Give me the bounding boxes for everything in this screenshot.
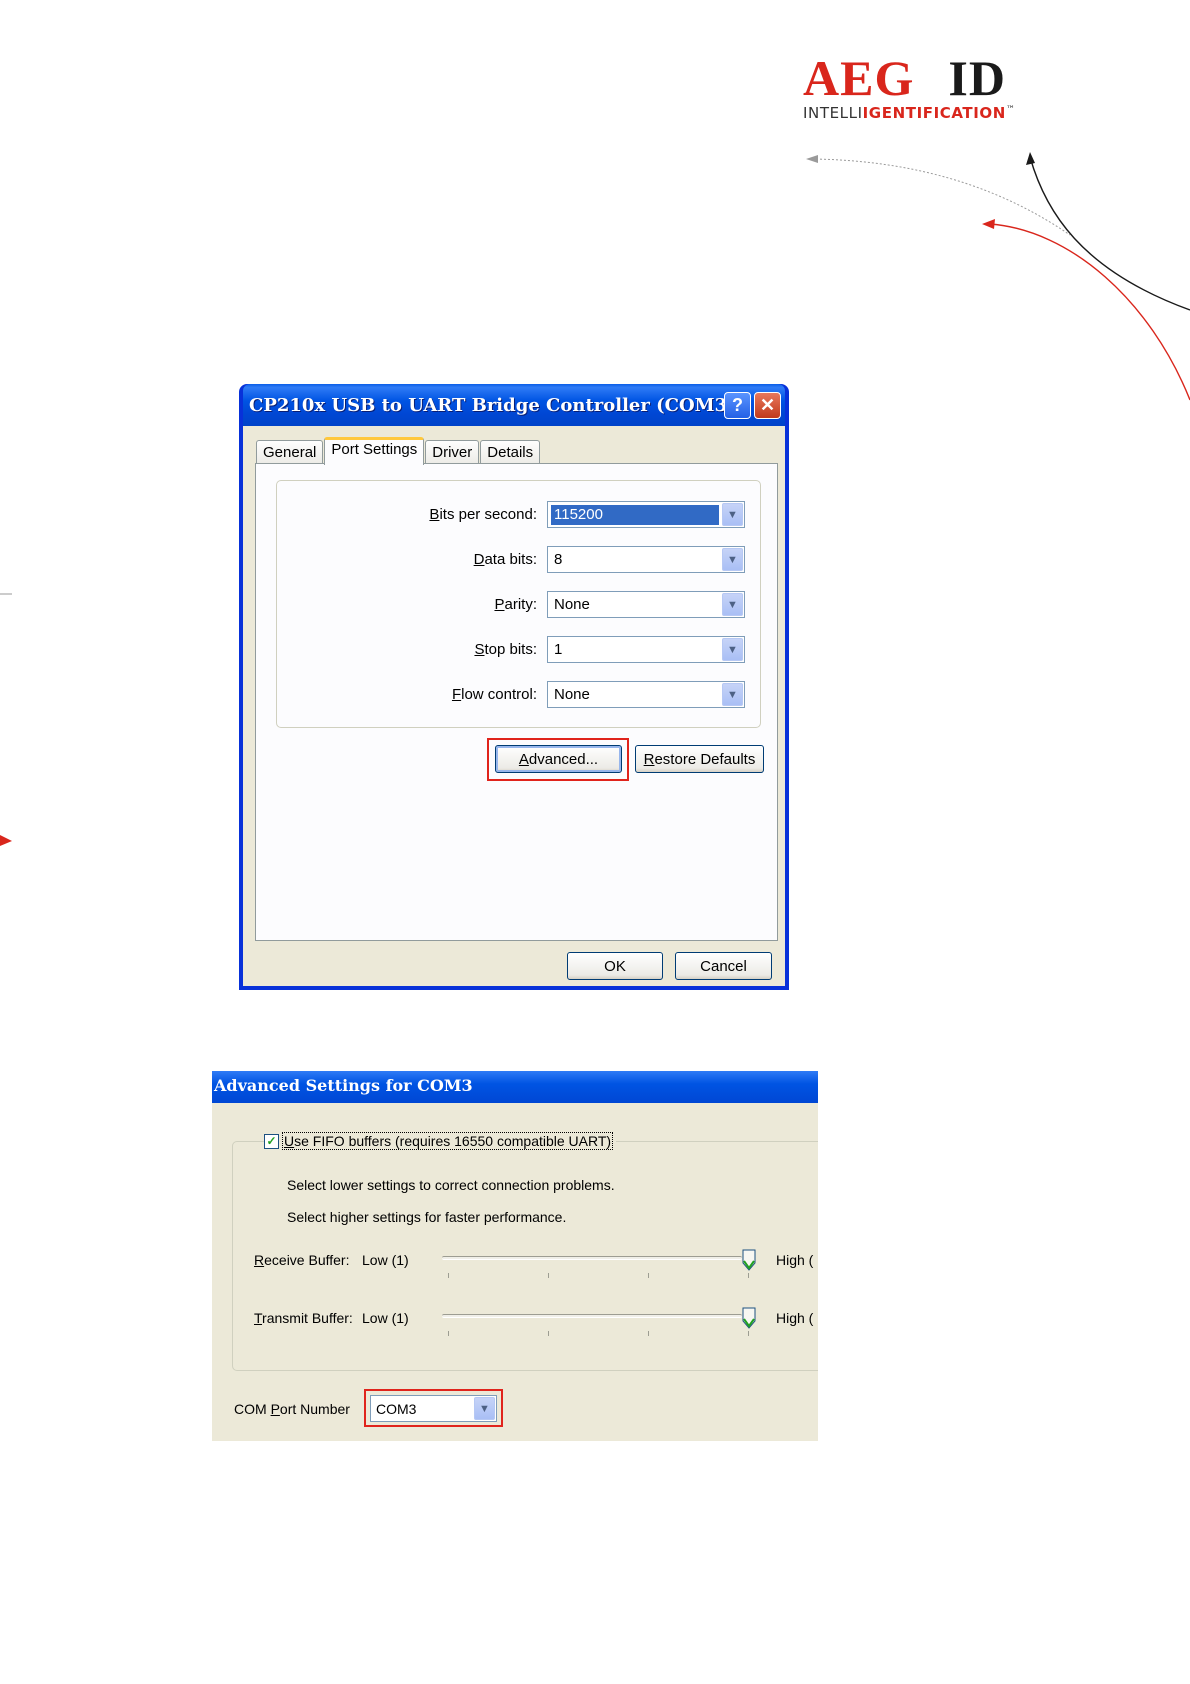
fifo-option[interactable]: ✓ Use FIFO buffers (requires 16550 compa… (264, 1132, 617, 1150)
port-settings-panel: Bits per second: 115200 ▼ Data bits: 8 ▼… (255, 463, 778, 941)
advanced-button[interactable]: Advanced... (495, 745, 622, 773)
fifo-label: Use FIFO buffers (requires 16550 compati… (281, 1132, 614, 1150)
transmit-buffer-label: Transmit Buffer: (254, 1310, 353, 1326)
flow-control-row: Flow control: None ▼ (277, 681, 762, 709)
advanced-settings-dialog: Advanced Settings for COM3 ✓ Use FIFO bu… (212, 1071, 818, 1441)
transmit-buffer-track[interactable] (442, 1314, 742, 1318)
chevron-down-icon[interactable]: ▼ (474, 1397, 495, 1420)
flow-control-label: Flow control: (451, 686, 537, 703)
flow-control-select[interactable]: None ▼ (547, 681, 745, 708)
parity-value: None (554, 596, 590, 613)
transmit-buffer-slider-thumb[interactable] (742, 1307, 756, 1329)
bits-per-second-value: 115200 (551, 505, 719, 525)
logo-tagline: INTELLIIGENTIFICATION™ (803, 104, 1016, 122)
bits-per-second-select[interactable]: 115200 ▼ (547, 501, 745, 528)
receive-tick (448, 1273, 449, 1278)
port-settings-group: Bits per second: 115200 ▼ Data bits: 8 ▼… (276, 480, 761, 728)
hint-lower: Select lower settings to correct connect… (287, 1177, 615, 1193)
parity-row: Parity: None ▼ (277, 591, 762, 619)
transmit-tick (648, 1331, 649, 1336)
bits-per-second-label: Bits per second: (429, 506, 537, 523)
receive-buffer-track[interactable] (442, 1256, 742, 1260)
receive-buffer-slider-thumb[interactable] (742, 1249, 756, 1271)
chevron-down-icon[interactable]: ▼ (722, 638, 743, 661)
hint-higher: Select higher settings for faster perfor… (287, 1209, 567, 1225)
properties-body: General Port Settings Driver Details Bit… (243, 426, 785, 986)
tab-strip: General Port Settings Driver Details (256, 436, 541, 465)
transmit-tick (548, 1331, 549, 1336)
com-port-label: COM Port Number (234, 1401, 350, 1417)
chevron-down-icon[interactable]: ▼ (722, 683, 743, 706)
logo-aeg: AEG (803, 50, 915, 106)
tab-general[interactable]: General (256, 440, 324, 464)
data-bits-row: Data bits: 8 ▼ (277, 546, 762, 574)
restore-defaults-button[interactable]: Restore Defaults (635, 745, 764, 773)
advanced-title[interactable]: Advanced Settings for COM3 (212, 1071, 818, 1103)
data-bits-select[interactable]: 8 ▼ (547, 546, 745, 573)
fifo-checkbox[interactable]: ✓ (264, 1133, 279, 1149)
logo-id: ID (948, 50, 1006, 106)
properties-title-bar[interactable]: CP210x USB to UART Bridge Controller (CO… (243, 384, 785, 426)
close-icon[interactable]: ✕ (754, 391, 781, 419)
parity-select[interactable]: None ▼ (547, 591, 745, 618)
ok-button[interactable]: OK (567, 952, 663, 980)
aeg-id-logo: AEG ID INTELLIIGENTIFICATION™ (803, 52, 1063, 122)
receive-tick (648, 1273, 649, 1278)
tab-port-settings[interactable]: Port Settings (324, 437, 425, 465)
bits-per-second-row: Bits per second: 115200 ▼ (277, 501, 762, 529)
parity-label: Parity: (494, 596, 537, 613)
transmit-tick (748, 1331, 749, 1336)
logo-wordmark: AEG ID (803, 52, 1063, 104)
transmit-low-label: Low (1) (362, 1310, 409, 1326)
stop-bits-row: Stop bits: 1 ▼ (277, 636, 762, 664)
chevron-down-icon[interactable]: ▼ (722, 548, 743, 571)
flow-control-value: None (554, 686, 590, 703)
tab-driver[interactable]: Driver (425, 440, 480, 464)
chevron-down-icon[interactable]: ▼ (722, 593, 743, 616)
cancel-button[interactable]: Cancel (675, 952, 772, 980)
stop-bits-select[interactable]: 1 ▼ (547, 636, 745, 663)
properties-title: CP210x USB to UART Bridge Controller (CO… (249, 394, 724, 416)
help-icon[interactable]: ? (724, 391, 751, 419)
transmit-high-label: High ( (776, 1310, 814, 1326)
receive-low-label: Low (1) (362, 1252, 409, 1268)
receive-buffer-label: Receive Buffer: (254, 1252, 350, 1268)
data-bits-label: Data bits: (473, 551, 537, 568)
stop-bits-label: Stop bits: (474, 641, 537, 658)
receive-high-label: High ( (776, 1252, 814, 1268)
receive-tick (748, 1273, 749, 1278)
transmit-tick (448, 1331, 449, 1336)
properties-dialog: CP210x USB to UART Bridge Controller (CO… (239, 384, 789, 990)
com-port-select[interactable]: COM3 ▼ (370, 1395, 497, 1422)
receive-tick (548, 1273, 549, 1278)
data-bits-value: 8 (554, 551, 563, 568)
stop-bits-value: 1 (554, 641, 563, 658)
tab-details[interactable]: Details (480, 440, 541, 464)
com-port-value: COM3 (376, 1401, 417, 1417)
chevron-down-icon[interactable]: ▼ (722, 503, 743, 526)
